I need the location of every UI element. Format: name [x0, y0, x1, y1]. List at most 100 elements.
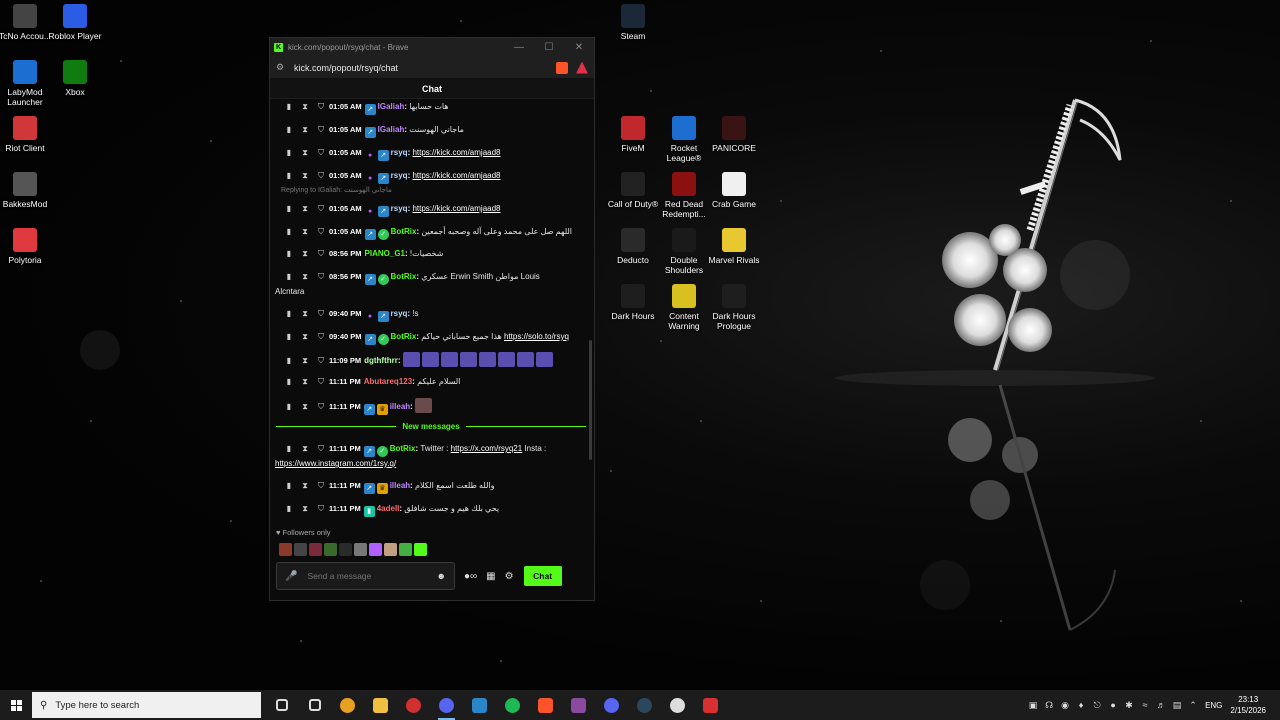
emoji-icon[interactable]: ☻ [437, 571, 446, 581]
address-bar[interactable]: ⚙ kick.com/popout/rsyq/chat [270, 57, 594, 79]
ban-shield-icon[interactable]: ⛉ [313, 502, 329, 516]
chat-message[interactable]: ▮ ⧗ ⛉ 01:05 AM ↗ IGaliah: ماجاني الهوسنت [281, 123, 582, 138]
username[interactable]: PIANO_G1 [365, 249, 405, 258]
taskbar-app[interactable] [562, 690, 595, 720]
message-link[interactable]: https://kick.com/amjaad8 [412, 171, 500, 180]
desktop-shortcut[interactable]: Steam [602, 4, 664, 41]
follower-avatar[interactable] [279, 543, 292, 556]
reply-context[interactable]: Replying to IGaliah: ماجاني الهوسنت [281, 186, 392, 194]
delete-icon[interactable]: ▮ [281, 479, 297, 493]
delete-icon[interactable]: ▮ [281, 375, 297, 389]
timeout-icon[interactable]: ⧗ [297, 479, 313, 493]
delete-icon[interactable]: ▮ [281, 202, 297, 216]
chat-message[interactable]: ▮ ⧗ ⛉ 11:11 PM Abutareq123: السلام عليكم [281, 375, 582, 389]
headset-icon[interactable]: ☊ [1041, 700, 1057, 711]
chat-message[interactable]: ▮ ⧗ ⛉ 08:56 PM PIANO_G1: !شخصيات [281, 247, 582, 261]
username[interactable]: IGaliah [378, 102, 405, 111]
delete-icon[interactable]: ▮ [281, 123, 297, 137]
follower-avatar[interactable] [324, 543, 337, 556]
taskbar-app[interactable] [628, 690, 661, 720]
username[interactable]: Abutareq123 [364, 377, 412, 386]
chat-message[interactable]: ▮ ⧗ ⛉ 01:05 AM ↗ ✓ BotRix: اللهم صل على محمد و… [281, 225, 582, 240]
desktop-shortcut[interactable]: Polytoria [0, 228, 56, 265]
bluetooth-icon[interactable]: ✱ [1121, 700, 1137, 711]
message-link[interactable]: https://www.instagram.com/1rsy.q/ [275, 459, 396, 468]
tray-app-icon[interactable]: ▣ [1025, 700, 1041, 711]
chat-message[interactable]: ▮ ⧗ ⛉ 01:05 AM ● ↗ rsyq: https://kick.com/amja… [281, 169, 582, 184]
message-input-box[interactable]: 🎤 ☻ [276, 562, 455, 590]
desktop-shortcut[interactable]: PANICORE [703, 116, 765, 153]
chat-message[interactable]: ▮ ⧗ ⛉ 01:05 AM ↗ IGaliah: هات حسابها [281, 100, 582, 115]
desktop-shortcut[interactable]: Roblox Player [44, 4, 106, 41]
taskbar-app[interactable] [331, 690, 364, 720]
delete-icon[interactable]: ▮ [281, 270, 297, 284]
message-link[interactable]: https://kick.com/amjaad8 [412, 148, 500, 157]
minimize-button[interactable]: — [504, 42, 534, 53]
tray-steam-icon[interactable]: ● [1105, 700, 1121, 710]
follower-avatar[interactable] [354, 543, 367, 556]
delete-icon[interactable]: ▮ [281, 225, 297, 239]
desktop-shortcut[interactable]: Dark Hours Prologue [703, 284, 765, 331]
chat-message[interactable]: ▮ ⧗ ⛉ 09:40 PM ↗ ✓ BotRix: هذا جميع حساباتي حي… [281, 330, 582, 345]
chat-message[interactable]: ▮ ⧗ ⛉ 11:11 PM ↗ ♛ illeah: [281, 398, 582, 415]
network-icon[interactable]: ▤ [1169, 700, 1185, 711]
language-indicator[interactable]: ENG [1205, 701, 1222, 710]
ban-shield-icon[interactable]: ⛉ [313, 400, 329, 414]
store-icon[interactable]: ▦ [486, 571, 495, 582]
chat-messages[interactable]: ▮ ⧗ ⛉ 01:05 AM ↗ IGaliah: هات حسابها ▮ ⧗ ⛉ 01:05 … [270, 100, 594, 530]
brave-rewards-icon[interactable] [576, 61, 588, 74]
clock[interactable]: 23:13 2/15/2026 [1230, 694, 1266, 716]
ban-shield-icon[interactable]: ⛉ [313, 330, 329, 344]
taskbar-app[interactable] [463, 690, 496, 720]
follower-avatar[interactable] [339, 543, 352, 556]
chat-message[interactable]: ▮ ⧗ ⛉ 08:56 PM ↗ ✓ BotRix: عسكري Erwin Smith م… [275, 270, 582, 299]
points-icon[interactable]: ●∞ [464, 571, 477, 582]
username[interactable]: illeah [390, 402, 410, 411]
taskbar-app[interactable] [661, 690, 694, 720]
microphone-icon[interactable]: ♦ [1073, 700, 1089, 710]
delete-icon[interactable]: ▮ [281, 442, 297, 456]
timeout-icon[interactable]: ⧗ [297, 330, 313, 344]
ban-shield-icon[interactable]: ⛉ [313, 442, 329, 456]
desktop-shortcut[interactable]: Riot Client [0, 116, 56, 153]
scrollbar[interactable] [589, 340, 592, 460]
username[interactable]: BotRix [391, 227, 417, 236]
timeout-icon[interactable]: ⧗ [297, 225, 313, 239]
delete-icon[interactable]: ▮ [281, 354, 297, 368]
start-button[interactable] [0, 690, 32, 720]
ban-shield-icon[interactable]: ⛉ [313, 307, 329, 321]
timeout-icon[interactable]: ⧗ [297, 202, 313, 216]
chat-message[interactable]: ▮ ⧗ ⛉ 11:09 PM dgthfthrr: [281, 352, 582, 368]
username[interactable]: dgthfthrr [364, 356, 398, 365]
desktop-shortcut[interactable]: BakkesMod [0, 172, 56, 209]
username[interactable]: BotRix [391, 272, 417, 281]
usb-icon[interactable]: ⎋ [1089, 700, 1105, 711]
chat-send-button[interactable]: Chat [523, 566, 562, 586]
chat-message[interactable]: ▮ ⧗ ⛉ 11:11 PM ↗ ♛ illeah: والله طلعت اسمع الك… [281, 479, 582, 494]
ban-shield-icon[interactable]: ⛉ [313, 146, 329, 160]
taskbar-app[interactable] [529, 690, 562, 720]
ban-shield-icon[interactable]: ⛉ [313, 225, 329, 239]
mic-icon[interactable]: 🎤 [285, 571, 297, 582]
username[interactable]: rsyq [391, 204, 408, 213]
username[interactable]: IGaliah [378, 125, 405, 134]
chat-message[interactable]: ▮ ⧗ ⛉ 11:11 PM ▮ 4adell: يحي بلك هيم و جست شا… [281, 502, 582, 517]
ban-shield-icon[interactable]: ⛉ [313, 202, 329, 216]
delete-icon[interactable]: ▮ [281, 146, 297, 160]
username[interactable]: 4adell [377, 504, 400, 513]
username[interactable]: rsyq [391, 171, 408, 180]
timeout-icon[interactable]: ⧗ [297, 400, 313, 414]
follower-avatar[interactable] [309, 543, 322, 556]
taskbar-app[interactable] [364, 690, 397, 720]
username[interactable]: rsyq [391, 148, 408, 157]
ban-shield-icon[interactable]: ⛉ [313, 100, 329, 114]
timeout-icon[interactable]: ⧗ [297, 270, 313, 284]
chat-message[interactable]: ▮ ⧗ ⛉ 09:40 PM ● ↗ rsyq: !s [281, 307, 582, 322]
taskbar-app[interactable] [397, 690, 430, 720]
timeout-icon[interactable]: ⧗ [297, 247, 313, 261]
delete-icon[interactable]: ▮ [281, 400, 297, 414]
taskbar-app[interactable] [496, 690, 529, 720]
ban-shield-icon[interactable]: ⛉ [313, 479, 329, 493]
username[interactable]: rsyq [391, 309, 408, 318]
taskbar-app[interactable] [694, 690, 727, 720]
